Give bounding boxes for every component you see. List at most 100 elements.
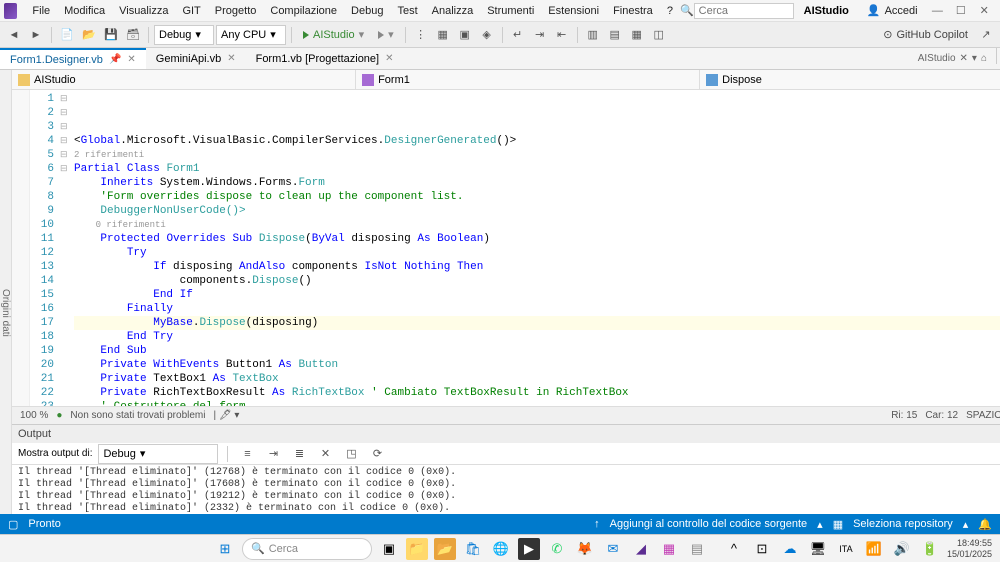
github-copilot-button[interactable]: ⊙GitHub Copilot [877,26,974,43]
tb-icon[interactable]: ⇤ [552,25,572,45]
maximize-button[interactable]: ☐ [949,1,972,21]
clear-output-button[interactable]: ✕ [315,444,335,464]
vs-icon[interactable]: ◢ [630,538,652,560]
open-button[interactable]: 📂 [79,25,99,45]
sign-in-button[interactable]: 👤Accedi [859,2,926,19]
fold-margin[interactable]: ⊟⊟⊟⊟⊟⊟ [60,90,74,406]
new-item-button[interactable]: 📄 [57,25,77,45]
menu-visualizza[interactable]: Visualizza [112,3,175,19]
output-source-combo[interactable]: Debug▾ [98,444,218,464]
global-search-input[interactable] [694,3,794,19]
datasources-tab[interactable]: Origini dati [0,70,12,552]
out-icon[interactable]: ≣ [289,444,309,464]
tb-icon[interactable]: ↵ [508,25,528,45]
out-icon[interactable]: ≡ [237,444,257,464]
start-button[interactable]: ⊞ [214,538,236,560]
start-debug-button[interactable]: AIStudio▾ [297,25,370,45]
nav-project-combo[interactable]: AIStudio [12,70,356,89]
app-icon[interactable]: ▤ [686,538,708,560]
windows-taskbar: ⊞ 🔍Cerca ▣ 📁 📂 🛍 🌐 ▶ ✆ 🦊 ✉ ◢ ▦ ▤ ^ ⊡ ☁ 🖥… [0,534,1000,562]
menu-strumenti[interactable]: Strumenti [480,3,541,19]
menu-bar: FileModificaVisualizzaGITProgettoCompila… [0,0,1000,22]
menu-debug[interactable]: Debug [344,3,390,19]
menu-finestra[interactable]: Finestra [606,3,660,19]
zoom-level[interactable]: 100 % [20,410,48,421]
menu-compilazione[interactable]: Compilazione [263,3,344,19]
wifi-icon[interactable]: 📶 [863,538,885,560]
indent-indicator: SPAZIO [966,410,1000,421]
menu-git[interactable]: GIT [175,3,207,19]
tb-icon[interactable]: ▣ [455,25,475,45]
code-nav-bar: AIStudio Form1 Dispose [12,70,1000,90]
menu-file[interactable]: File [25,3,57,19]
taskview-icon[interactable]: ▣ [378,538,400,560]
tb-icon[interactable]: ▥ [583,25,603,45]
explorer-icon[interactable]: 📂 [434,538,456,560]
vcs-add-button[interactable]: Aggiungi al controllo del codice sorgent… [610,518,808,530]
margin-indicator [12,90,30,406]
main-toolbar: ◄ ► 📄 📂 💾 🗃 Debug▾ Any CPU▾ AIStudio▾ ▾ … [0,22,1000,48]
tab-context-label: AIStudio✕▾⌂ [912,48,993,69]
menu-?[interactable]: ? [660,3,680,19]
language-icon[interactable]: ITA [835,538,857,560]
chrome-icon[interactable]: 🌐 [490,538,512,560]
repo-select-button[interactable]: Seleziona repository [853,518,953,530]
tray-icon[interactable]: ⊡ [751,538,773,560]
save-button[interactable]: 💾 [101,25,121,45]
onedrive-icon[interactable]: ☁ [779,538,801,560]
line-numbers: 1234567891011121314151617181920212223 [30,90,60,406]
col-indicator: Car: 12 [925,410,958,421]
volume-icon[interactable]: 🔊 [891,538,913,560]
menu-estensioni[interactable]: Estensioni [541,3,606,19]
tray-chevron-icon[interactable]: ^ [723,538,745,560]
save-all-button[interactable]: 🗃 [123,25,143,45]
clock[interactable]: 18:49:5515/01/2025 [947,538,992,560]
firefox-icon[interactable]: 🦊 [574,538,596,560]
code-editor[interactable]: 1234567891011121314151617181920212223 ⊟⊟… [12,90,1000,406]
minimize-button[interactable]: — [926,1,949,21]
explorer-icon[interactable]: 📁 [406,538,428,560]
nav-member-combo[interactable]: Dispose [700,70,1000,89]
status-bar: ▢ Pronto ↑Aggiungi al controllo del codi… [0,514,1000,534]
share-button[interactable]: ↗ [976,25,996,45]
outlook-icon[interactable]: ✉ [602,538,624,560]
out-icon[interactable]: ◳ [341,444,361,464]
tb-icon[interactable]: ⇥ [530,25,550,45]
doc-tab[interactable]: Form1.vb [Progettazione]✕ [246,48,404,69]
doc-tab[interactable]: Form1.Designer.vb📌✕ [0,48,146,69]
document-tab-bar: Form1.Designer.vb📌✕GeminiApi.vb✕Form1.vb… [0,48,1000,70]
nav-fwd-button[interactable]: ► [26,25,46,45]
close-button[interactable]: ✕ [973,1,996,21]
menu-progetto[interactable]: Progetto [208,3,264,19]
menu-modifica[interactable]: Modifica [57,3,112,19]
menu-test[interactable]: Test [390,3,424,19]
tb-icon[interactable]: ▦ [433,25,453,45]
output-title: Output [18,428,51,440]
config-combo[interactable]: Debug▾ [154,25,214,45]
tb-icon[interactable]: ▦ [627,25,647,45]
tray-icon[interactable]: 🖥 [807,538,829,560]
tb-icon[interactable]: ◫ [649,25,669,45]
tb-icon[interactable]: ▤ [605,25,625,45]
tb-icon[interactable]: ⋮ [411,25,431,45]
nav-class-combo[interactable]: Form1 [356,70,700,89]
output-source-label: Mostra output di: [18,448,92,459]
doc-tab[interactable]: GeminiApi.vb✕ [146,48,246,69]
app-icon[interactable]: ▦ [658,538,680,560]
nav-back-button[interactable]: ◄ [4,25,24,45]
windows-search-input[interactable]: 🔍Cerca [242,538,372,560]
app-title: AIStudio [794,5,859,17]
menu-analizza[interactable]: Analizza [425,3,481,19]
store-icon[interactable]: 🛍 [462,538,484,560]
issues-label: Non sono stati trovati problemi [70,410,205,421]
whatsapp-icon[interactable]: ✆ [546,538,568,560]
platform-combo[interactable]: Any CPU▾ [216,25,286,45]
battery-icon[interactable]: 🔋 [919,538,941,560]
tb-icon[interactable]: ◈ [477,25,497,45]
out-icon[interactable]: ⟳ [367,444,387,464]
terminal-icon[interactable]: ▶ [518,538,540,560]
out-icon[interactable]: ⇥ [263,444,283,464]
start-nodebug-button[interactable]: ▾ [372,25,400,45]
code-area[interactable]: <Global.Microsoft.VisualBasic.CompilerSe… [74,90,1000,406]
line-indicator: Ri: 15 [891,410,917,421]
